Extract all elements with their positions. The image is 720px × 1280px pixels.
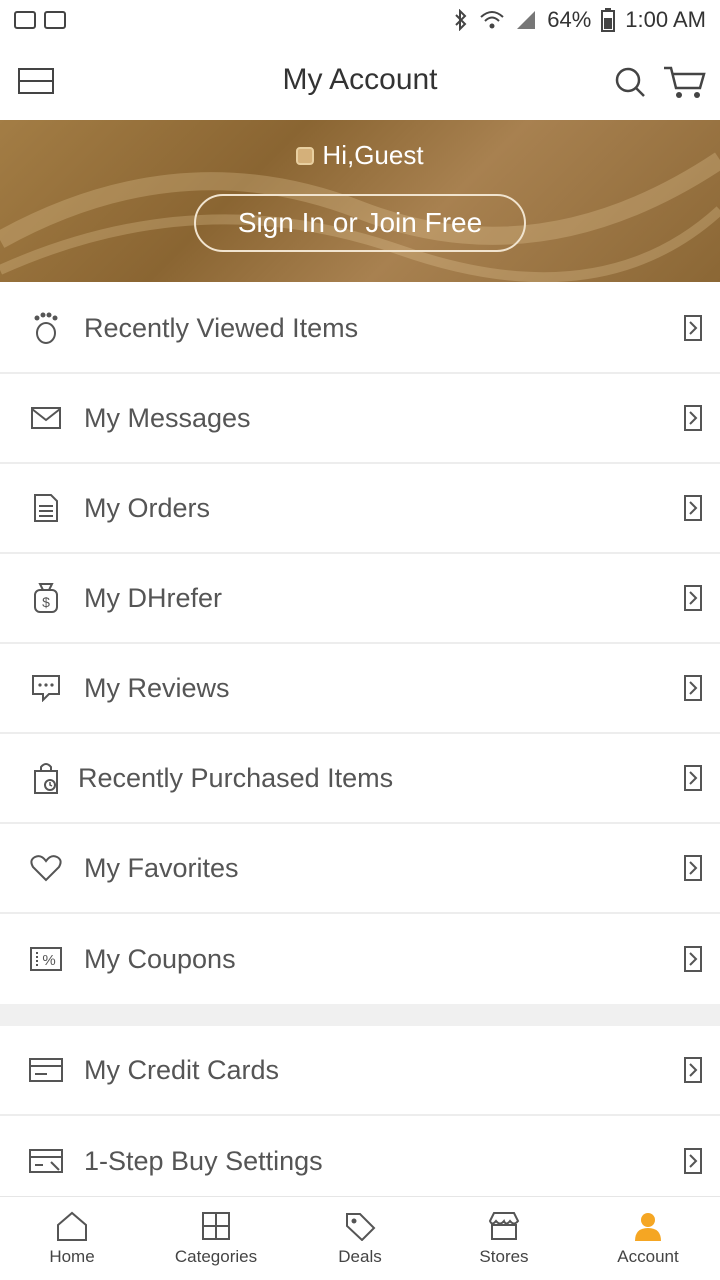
account-banner: Hi,Guest Sign In or Join Free (0, 120, 720, 282)
nav-label: Account (617, 1247, 679, 1266)
chevron-right-icon (684, 315, 702, 341)
nav-account[interactable]: Account (576, 1197, 720, 1280)
nav-categories[interactable]: Categories (144, 1197, 288, 1280)
list-item-label: My Favorites (84, 852, 239, 883)
list-item-label: My Messages (84, 402, 251, 433)
card-settings-icon (28, 1143, 64, 1179)
svg-text:$: $ (42, 594, 50, 610)
status-bar: 64% 1:00 AM (0, 0, 720, 40)
bluetooth-icon (455, 9, 467, 31)
greeting-text: Hi,Guest (322, 140, 424, 170)
chevron-right-icon (684, 675, 702, 701)
tag-icon (342, 1209, 378, 1243)
list-item-label: My Credit Cards (84, 1054, 280, 1085)
chat-bubble-icon (28, 670, 64, 706)
chevron-right-icon (684, 855, 702, 881)
status-notifications (14, 11, 66, 29)
document-icon (28, 490, 64, 526)
notification-icon (44, 11, 66, 29)
list-item-label: My Orders (84, 492, 211, 523)
payment-menu-list: My Credit Cards 1-Step Buy Settings (0, 1026, 720, 1206)
chevron-right-icon (684, 1057, 702, 1083)
status-indicators: 64% 1:00 AM (453, 7, 706, 33)
chevron-right-icon (684, 1148, 702, 1174)
nav-label: Stores (479, 1247, 529, 1266)
bottom-navigation: Home Categories Deals Stores Account (0, 1196, 720, 1280)
nav-home[interactable]: Home (0, 1197, 144, 1280)
clock: 1:00 AM (625, 7, 706, 32)
nav-stores[interactable]: Stores (432, 1197, 576, 1280)
sign-in-button[interactable]: Sign In or Join Free (194, 194, 526, 252)
user-icon (630, 1209, 666, 1243)
nav-label: Deals (338, 1247, 382, 1266)
footprint-icon (28, 310, 64, 346)
wifi-icon (480, 11, 504, 29)
page-title: My Account (282, 63, 438, 96)
list-item-messages[interactable]: My Messages (0, 374, 720, 464)
app-header: My Account (0, 40, 720, 120)
list-item-label: 1-Step Buy Settings (84, 1145, 323, 1176)
section-divider (0, 1004, 720, 1026)
avatar-icon (296, 146, 315, 165)
envelope-icon (28, 400, 64, 436)
list-item-label: My Reviews (84, 672, 230, 703)
heart-icon (28, 850, 64, 886)
cart-icon[interactable] (662, 64, 706, 100)
list-item-one-step-buy[interactable]: 1-Step Buy Settings (0, 1116, 720, 1206)
chevron-right-icon (684, 405, 702, 431)
list-item-favorites[interactable]: My Favorites (0, 824, 720, 914)
list-item-recently-purchased[interactable]: Recently Purchased Items (0, 734, 720, 824)
list-item-reviews[interactable]: My Reviews (0, 644, 720, 734)
money-bag-icon: $ (28, 580, 64, 616)
search-icon[interactable] (612, 64, 648, 100)
account-menu-list: Recently Viewed Items My Messages My Ord… (0, 284, 720, 1004)
list-item-label: My DHrefer (84, 582, 223, 613)
list-item-coupons[interactable]: % My Coupons (0, 914, 720, 1004)
chevron-right-icon (684, 946, 702, 972)
svg-text:%: % (42, 952, 55, 969)
list-item-orders[interactable]: My Orders (0, 464, 720, 554)
shopping-bag-clock-icon (28, 760, 64, 796)
chevron-right-icon (684, 585, 702, 611)
greeting-row: Hi,Guest (0, 140, 720, 171)
list-item-label: Recently Viewed Items (84, 312, 359, 343)
home-icon (54, 1209, 90, 1243)
nav-label: Categories (174, 1247, 258, 1266)
coupon-icon: % (28, 941, 64, 977)
battery-percent: 64% (547, 7, 592, 32)
nav-deals[interactable]: Deals (288, 1197, 432, 1280)
grid-icon (198, 1209, 234, 1243)
chevron-right-icon (684, 495, 702, 521)
signal-icon (517, 11, 536, 29)
list-item-label: Recently Purchased Items (78, 762, 394, 793)
credit-card-icon (28, 1052, 64, 1088)
list-item-credit-cards[interactable]: My Credit Cards (0, 1026, 720, 1116)
store-icon (486, 1209, 522, 1243)
list-item-label: My Coupons (84, 943, 236, 974)
battery-icon (601, 8, 616, 32)
notification-icon (14, 11, 36, 29)
chevron-right-icon (684, 765, 702, 791)
menu-icon[interactable] (18, 68, 54, 94)
list-item-dhrefer[interactable]: $ My DHrefer (0, 554, 720, 644)
list-item-recently-viewed[interactable]: Recently Viewed Items (0, 284, 720, 374)
nav-label: Home (49, 1247, 95, 1266)
